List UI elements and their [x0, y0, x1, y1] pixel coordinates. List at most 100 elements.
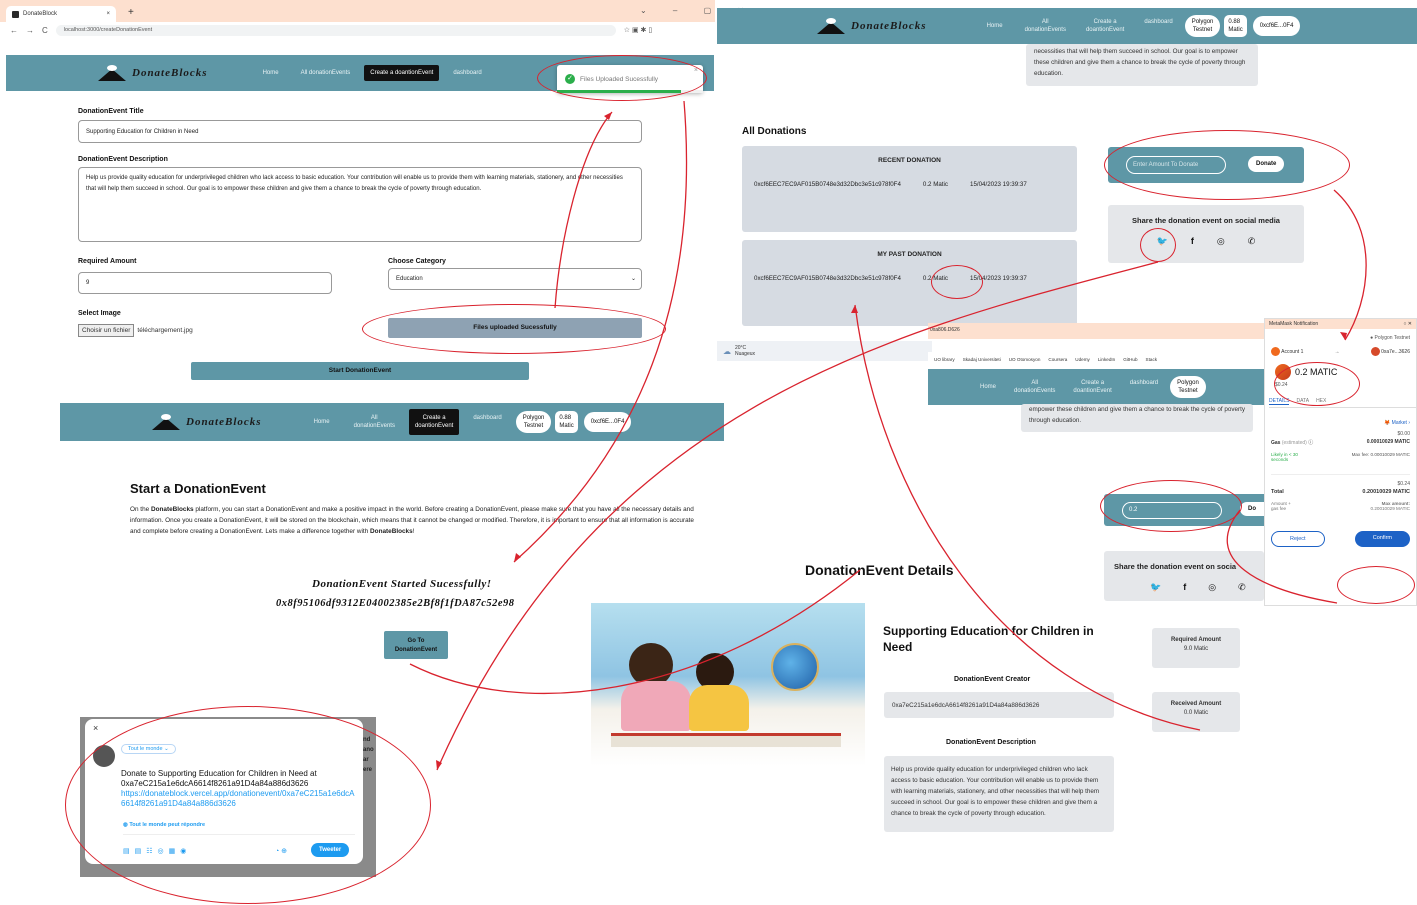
- file-name: téléchargement.jpg: [137, 327, 193, 334]
- nav-create-line2: doantionEvent: [1073, 388, 1112, 394]
- second-window-tabstrip: 0xa806.D626: [928, 323, 1264, 339]
- globe-icon: [771, 643, 819, 691]
- category-select[interactable]: Education ⌄: [388, 268, 642, 290]
- instagram-icon[interactable]: ◎: [1208, 582, 1216, 593]
- nav-dashboard[interactable]: dashboard: [1130, 379, 1158, 387]
- nav-all-line1: All: [1041, 19, 1049, 25]
- details-title: Supporting Education for Children in Nee…: [883, 624, 1094, 654]
- annotation-uploaded: [362, 304, 666, 354]
- nav-home[interactable]: Home: [987, 22, 1003, 30]
- nav-create-line1: Create a: [1081, 380, 1105, 386]
- nav-create-line1: Create a: [422, 415, 446, 421]
- mm-network-label: Polygon Testnet: [1374, 335, 1411, 341]
- mm-likely-row: Likely in < 30 seconds Max fee: 0.000100…: [1271, 452, 1410, 462]
- facebook-icon[interactable]: f: [1191, 236, 1194, 247]
- required-value: 9.0 Matic: [1183, 646, 1209, 652]
- nav-dashboard[interactable]: dashboard: [453, 69, 481, 77]
- whatsapp-icon[interactable]: ✆: [1248, 236, 1256, 247]
- bookmark-1[interactable]: UO library: [934, 357, 955, 362]
- desc-textarea[interactable]: Help us provide quality education for un…: [78, 167, 642, 242]
- mm-window-controls[interactable]: ○ ✕: [1403, 321, 1412, 327]
- nav-all-events[interactable]: All donationEvents: [354, 414, 395, 430]
- title-input[interactable]: Supporting Education for Children in Nee…: [78, 120, 642, 143]
- twitter-icon[interactable]: 🐦: [1150, 582, 1161, 593]
- network-pill[interactable]: Polygon Testnet: [1170, 376, 1206, 398]
- forward-icon[interactable]: →: [26, 26, 34, 35]
- mm-recipient-icon: [1370, 347, 1380, 356]
- nav-all-line2: donationEvents: [353, 423, 395, 429]
- account-pill[interactable]: 0xcf6E...0F4: [1252, 16, 1301, 36]
- received-amount-card: Received Amount 0.0 Matic: [1152, 692, 1240, 732]
- bookmark-5[interactable]: Udemy: [1075, 357, 1090, 362]
- bookmark-8[interactable]: Stack: [1146, 357, 1158, 362]
- nav-create[interactable]: Create a doantionEvent: [1073, 379, 1111, 395]
- nav-create[interactable]: Create a doantionEvent: [364, 65, 440, 81]
- received-value: 0.0 Matic: [1183, 710, 1209, 716]
- nav-create[interactable]: Create a doantionEvent: [1086, 18, 1124, 34]
- facebook-icon[interactable]: f: [1183, 582, 1186, 593]
- browser-tab[interactable]: DonateBlock ×: [6, 6, 116, 22]
- mm-arrow-icon: →: [1334, 348, 1340, 355]
- tab-close-icon[interactable]: ×: [106, 11, 110, 17]
- started-message: DonationEvent Started Sucessfully!: [312, 578, 492, 590]
- bookmark-3[interactable]: UO Otomosyon: [1009, 357, 1041, 362]
- new-tab-button[interactable]: +: [128, 7, 134, 18]
- bookmark-2[interactable]: Skadaj Universiteti: [963, 357, 1001, 362]
- back-icon[interactable]: ←: [10, 26, 18, 35]
- recent-donor: 0xcf6EEC7EC9AF015B0748e3d32Dbc3e51c978f0…: [754, 181, 901, 188]
- goto-event-button[interactable]: Go To DonationEvent: [384, 631, 448, 659]
- network-pill[interactable]: Polygon Testnet: [515, 411, 552, 433]
- nav-all-events[interactable]: All donationEvents: [301, 69, 351, 77]
- second-donate-button[interactable]: Do: [1240, 502, 1264, 516]
- nav-all-events[interactable]: All donationEvents: [1014, 379, 1055, 395]
- metamask-titlebar: MetaMask Notification ○ ✕: [1265, 319, 1416, 329]
- balance-line2: Matic: [559, 423, 574, 429]
- url-field[interactable]: localhost:3000/createDonationEvent: [55, 24, 616, 36]
- navbar-started: DonateBlocks Home All donationEvents Crea…: [60, 403, 724, 441]
- address-bar-row: ← → C localhost:3000/createDonationEvent…: [0, 22, 715, 38]
- mm-gas-est: (estimated): [1281, 440, 1307, 446]
- amount-input[interactable]: 9: [78, 272, 332, 294]
- file-button[interactable]: Choisir un fichier: [78, 324, 135, 337]
- extensions-icon[interactable]: ☆ ▣ ✱ ▯: [624, 26, 652, 34]
- bookmark-6[interactable]: LinkedIn: [1098, 357, 1115, 362]
- intro-brand: DonateBlocks: [150, 506, 194, 513]
- nav-home[interactable]: Home: [263, 69, 279, 77]
- nav-dashboard[interactable]: dashboard: [1144, 18, 1172, 26]
- nav-dashboard[interactable]: dashboard: [473, 414, 501, 422]
- account-pill[interactable]: 0xcf6E...0F4: [583, 412, 632, 432]
- bookmark-4[interactable]: Coursera: [1048, 357, 1067, 362]
- mm-total-usd: $0.24: [1397, 481, 1410, 487]
- network-pill[interactable]: Polygon Testnet: [1184, 15, 1221, 37]
- instagram-icon[interactable]: ◎: [1217, 236, 1225, 247]
- arrowhead-1: [604, 112, 612, 120]
- modal-close-icon[interactable]: ×: [93, 723, 98, 733]
- reload-icon[interactable]: C: [42, 26, 48, 35]
- brand-logo-3[interactable]: DonateBlocks: [817, 18, 927, 34]
- mm-total-matic: 0.20010029 MATIC: [1362, 489, 1410, 495]
- start-event-button[interactable]: Start DonationEvent: [191, 362, 529, 380]
- second-desc-tail: empower these children and give them a c…: [1021, 404, 1253, 432]
- mm-market[interactable]: 🦊 Market ›: [1265, 420, 1410, 426]
- bookmark-7[interactable]: GitHub: [1123, 357, 1137, 362]
- tab-title: DonateBlock: [23, 11, 58, 17]
- network-line2: Testnet: [1178, 388, 1198, 394]
- brand-logo[interactable]: DonateBlocks: [98, 65, 208, 81]
- mm-to: 0xa7e...3626: [1370, 347, 1410, 356]
- share-icons: 🐦 f ◎ ✆: [1108, 236, 1304, 247]
- brand-logo-2[interactable]: DonateBlocks: [152, 414, 262, 430]
- recent-title: RECENT DONATION: [878, 157, 941, 164]
- nav-home[interactable]: Home: [980, 383, 996, 391]
- mm-confirm-button[interactable]: Confirm: [1354, 531, 1410, 547]
- weather-widget: ☁ 20°C Nuageux: [717, 341, 932, 361]
- recent-date: 15/04/2023 19:39:37: [970, 181, 1027, 188]
- mm-reject-button[interactable]: Reject: [1271, 531, 1325, 547]
- nav-create[interactable]: Create a doantionEvent: [408, 409, 460, 435]
- start-heading: Start a DonationEvent: [130, 481, 266, 496]
- cloud-icon: ☁: [723, 346, 731, 356]
- network-line1: Polygon: [522, 415, 545, 421]
- nav-home[interactable]: Home: [314, 418, 330, 426]
- nav-all-events[interactable]: All donationEvents: [1025, 18, 1066, 34]
- file-chooser[interactable]: Choisir un fichier téléchargement.jpg: [78, 324, 193, 337]
- whatsapp-icon[interactable]: ✆: [1238, 582, 1246, 593]
